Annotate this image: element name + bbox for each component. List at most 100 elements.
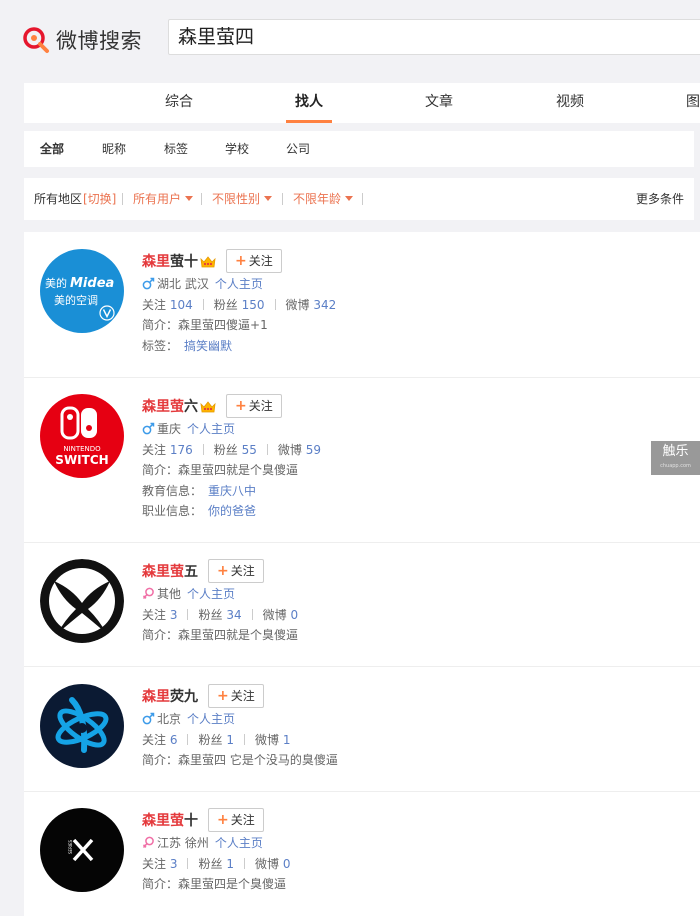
bio-row: 简介：森里萤四 它是个没马的臭傻逼: [142, 750, 338, 771]
region-label: 所有地区: [34, 192, 83, 206]
plus-icon: +: [217, 812, 229, 828]
user-card: SERIES 森里萤十 + 关注 江苏 徐州 个人主页 关注 3 粉丝 1 微博 0 简…: [24, 792, 700, 916]
tab-comprehensive[interactable]: 综合: [165, 83, 193, 123]
subtab-nickname[interactable]: 昵称: [102, 131, 126, 167]
avatar[interactable]: [40, 559, 124, 643]
female-icon: [142, 836, 154, 848]
weibo-count[interactable]: 0: [290, 608, 298, 622]
top-bar: 微博搜索 森里萤四: [0, 0, 700, 74]
stats-divider: [243, 857, 245, 869]
following-label: 关注: [142, 856, 167, 871]
fans-count[interactable]: 150: [242, 298, 265, 312]
name-rest: 荧九: [170, 689, 198, 705]
tag-link[interactable]: 搞笑幽默: [184, 339, 232, 353]
fans-count[interactable]: 34: [226, 608, 241, 622]
homepage-link[interactable]: 个人主页: [187, 422, 235, 436]
logo-text: 微博搜索: [56, 29, 142, 53]
weibo-search-logo[interactable]: 微博搜索: [22, 24, 162, 56]
user-name-row: 森里萤六 + 关注: [142, 394, 321, 418]
follow-button[interactable]: + 关注: [226, 249, 282, 273]
location-row: 其他 个人主页: [142, 584, 298, 605]
plus-icon: +: [235, 253, 247, 269]
following-count[interactable]: 104: [170, 298, 193, 312]
user-name-link[interactable]: 森里荧九: [142, 686, 198, 706]
gender-dropdown[interactable]: 不限性别: [212, 178, 273, 220]
user-name-link[interactable]: 森里萤十: [142, 810, 198, 830]
tab-articles[interactable]: 文章: [425, 83, 453, 123]
homepage-link[interactable]: 个人主页: [187, 712, 235, 726]
tab-people[interactable]: 找人: [295, 83, 323, 123]
follow-button[interactable]: + 关注: [208, 559, 264, 583]
location-text: 北京: [157, 712, 182, 726]
following-count[interactable]: 176: [170, 443, 193, 457]
tab-images[interactable]: 图: [686, 83, 700, 123]
subtab-school[interactable]: 学校: [225, 131, 249, 167]
user-type-dropdown[interactable]: 所有用户: [133, 178, 194, 220]
follow-label: 关注: [248, 254, 273, 268]
fans-label: 粉丝: [213, 297, 238, 312]
follow-button[interactable]: + 关注: [208, 808, 264, 832]
user-type-value: 所有用户: [133, 192, 182, 206]
user-card: 森里荧九 + 关注 北京 个人主页 关注 6 粉丝 1 微博 1 简介：森里萤四 它是个…: [24, 667, 700, 792]
subtab-company[interactable]: 公司: [286, 131, 310, 167]
job-link[interactable]: 你的爸爸: [208, 504, 256, 518]
stats-divider: [243, 733, 245, 745]
following-count[interactable]: 3: [170, 857, 178, 871]
search-logo-icon: [23, 27, 49, 53]
follow-button[interactable]: + 关注: [208, 684, 264, 708]
stats-divider: [202, 298, 204, 310]
bio-text: 森里萤四 它是个没马的臭傻逼: [178, 753, 338, 767]
svg-text:SWITCH: SWITCH: [55, 453, 108, 467]
fans-count[interactable]: 55: [242, 443, 257, 457]
homepage-link[interactable]: 个人主页: [215, 836, 263, 850]
weibo-count[interactable]: 342: [313, 298, 336, 312]
fans-label: 粉丝: [198, 732, 223, 747]
stats-divider: [266, 443, 268, 455]
bio-label: 简介：: [142, 628, 179, 642]
weibo-label: 微博: [277, 442, 302, 457]
age-dropdown[interactable]: 不限年龄: [293, 178, 354, 220]
tab-videos[interactable]: 视频: [556, 83, 584, 123]
avatar[interactable]: 美的 Midea 美的空调: [40, 249, 124, 333]
weibo-count[interactable]: 1: [283, 733, 291, 747]
follow-button[interactable]: + 关注: [226, 394, 282, 418]
following-count[interactable]: 6: [170, 733, 178, 747]
region-switch-link[interactable]: [切换]: [83, 178, 116, 220]
user-info: 森里萤十 + 关注 湖北 武汉 个人主页 关注 104 粉丝 150 微博 342 简介…: [142, 249, 336, 356]
weibo-count[interactable]: 0: [283, 857, 291, 871]
xbox-series-x-logo-icon: SERIES: [68, 838, 94, 862]
weibo-label: 微博: [262, 607, 287, 622]
user-name-link[interactable]: 森里萤十: [142, 251, 198, 271]
user-name-link[interactable]: 森里萤六: [142, 396, 198, 416]
location-text: 湖北 武汉: [157, 277, 209, 291]
name-highlight: 森里萤: [142, 564, 184, 580]
svg-text:美的空调: 美的空调: [54, 293, 98, 307]
avatar[interactable]: NINTENDO SWITCH: [40, 394, 124, 478]
stats-row: 关注 3 粉丝 1 微博 0: [142, 854, 290, 875]
fans-count[interactable]: 1: [226, 857, 234, 871]
following-count[interactable]: 3: [170, 608, 178, 622]
subtab-tags[interactable]: 标签: [164, 131, 188, 167]
more-conditions-link[interactable]: 更多条件: [636, 178, 684, 220]
education-link[interactable]: 重庆八中: [208, 484, 256, 498]
job-row: 职业信息： 你的爸爸: [142, 501, 321, 522]
stats-divider: [251, 608, 253, 620]
avatar[interactable]: [40, 684, 124, 768]
subtab-all[interactable]: 全部: [40, 131, 64, 167]
homepage-link[interactable]: 个人主页: [215, 277, 263, 291]
stats-row: 关注 104 粉丝 150 微博 342: [142, 295, 336, 316]
user-card: 森里萤五 + 关注 其他 个人主页 关注 3 粉丝 34 微博 0 简介：森里萤四就是个…: [24, 543, 700, 667]
user-info: 森里荧九 + 关注 北京 个人主页 关注 6 粉丝 1 微博 1 简介：森里萤四 它是个…: [142, 684, 338, 771]
weibo-count[interactable]: 59: [306, 443, 321, 457]
avatar[interactable]: SERIES: [40, 808, 124, 892]
name-highlight: 森里: [142, 689, 170, 705]
stats-divider: [274, 298, 276, 310]
stats-divider: [187, 733, 189, 745]
user-card: NINTENDO SWITCH 森里萤六 + 关注 重庆 个人主页 关注 176 粉丝…: [24, 378, 700, 543]
bio-text: 森里萤四是个臭傻逼: [178, 877, 287, 891]
homepage-link[interactable]: 个人主页: [187, 587, 235, 601]
search-input[interactable]: 森里萤四: [168, 19, 700, 55]
fans-count[interactable]: 1: [226, 733, 234, 747]
job-label: 职业信息：: [142, 504, 203, 518]
user-name-link[interactable]: 森里萤五: [142, 561, 198, 581]
